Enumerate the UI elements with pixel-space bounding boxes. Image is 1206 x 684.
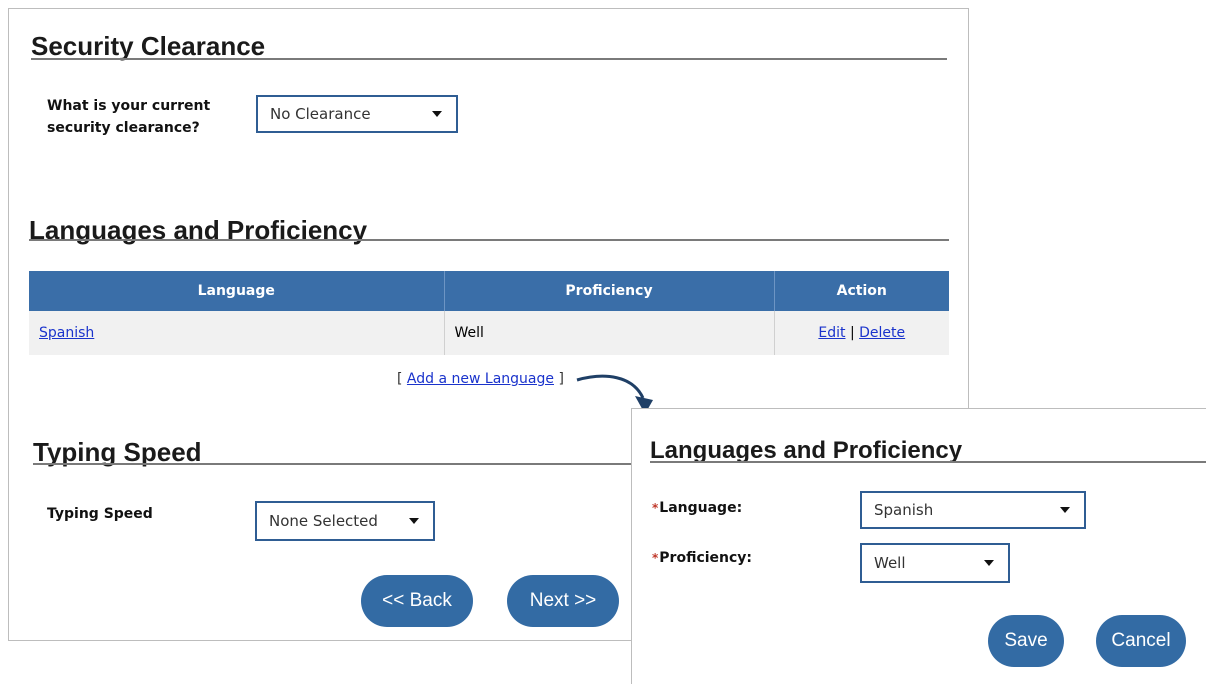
column-header-language[interactable]: Language: [29, 271, 445, 311]
add-language-row: [ Add a new Language ]: [397, 371, 564, 387]
action-separator: |: [849, 325, 855, 341]
add-language-link[interactable]: Add a new Language: [407, 371, 554, 387]
section-divider: [31, 58, 947, 60]
required-marker: *: [652, 551, 659, 565]
bracket-open: [: [397, 371, 403, 387]
languages-table: Language Proficiency Action Spanish Well…: [29, 271, 949, 355]
proficiency-cell: Well: [444, 311, 775, 355]
section-divider: [650, 461, 1206, 463]
security-clearance-select[interactable]: No Clearance: [256, 95, 458, 133]
languages-title: Languages and Proficiency: [29, 215, 368, 245]
edit-link[interactable]: Edit: [818, 325, 845, 341]
language-select-value: Spanish: [874, 501, 934, 519]
typing-speed-label: Typing Speed: [47, 506, 153, 522]
table-header-row: Language Proficiency Action: [29, 271, 949, 311]
column-header-action: Action: [774, 271, 949, 311]
save-button[interactable]: Save: [988, 615, 1064, 667]
required-marker: *: [652, 501, 659, 515]
language-cell: Spanish: [29, 311, 445, 355]
next-button[interactable]: Next >>: [507, 575, 619, 627]
section-divider: [33, 463, 653, 465]
chevron-down-icon: [984, 560, 994, 566]
delete-link[interactable]: Delete: [859, 325, 905, 341]
cancel-button[interactable]: Cancel: [1096, 615, 1186, 667]
proficiency-select-value: Well: [874, 554, 906, 572]
proficiency-select[interactable]: Well: [860, 543, 1010, 583]
column-header-proficiency[interactable]: Proficiency: [444, 271, 775, 311]
proficiency-field-label: *Proficiency:: [652, 547, 752, 569]
action-cell: Edit | Delete: [774, 311, 949, 355]
language-dialog: Languages and Proficiency *Language: Spa…: [631, 408, 1206, 684]
bracket-close: ]: [558, 371, 564, 387]
typing-speed-select[interactable]: None Selected: [255, 501, 435, 541]
language-label-text: Language:: [659, 500, 743, 516]
chevron-down-icon: [1060, 507, 1070, 513]
proficiency-label-text: Proficiency:: [659, 550, 753, 566]
chevron-down-icon: [409, 518, 419, 524]
chevron-down-icon: [432, 111, 442, 117]
section-divider: [29, 239, 949, 241]
typing-speed-value: None Selected: [269, 512, 378, 530]
table-row: Spanish Well Edit | Delete: [29, 311, 949, 355]
language-select[interactable]: Spanish: [860, 491, 1086, 529]
language-field-label: *Language:: [652, 497, 742, 519]
language-link[interactable]: Spanish: [39, 325, 94, 341]
security-clearance-label: What is your current security clearance?: [47, 98, 211, 136]
back-button[interactable]: << Back: [361, 575, 473, 627]
security-clearance-value: No Clearance: [270, 105, 371, 123]
